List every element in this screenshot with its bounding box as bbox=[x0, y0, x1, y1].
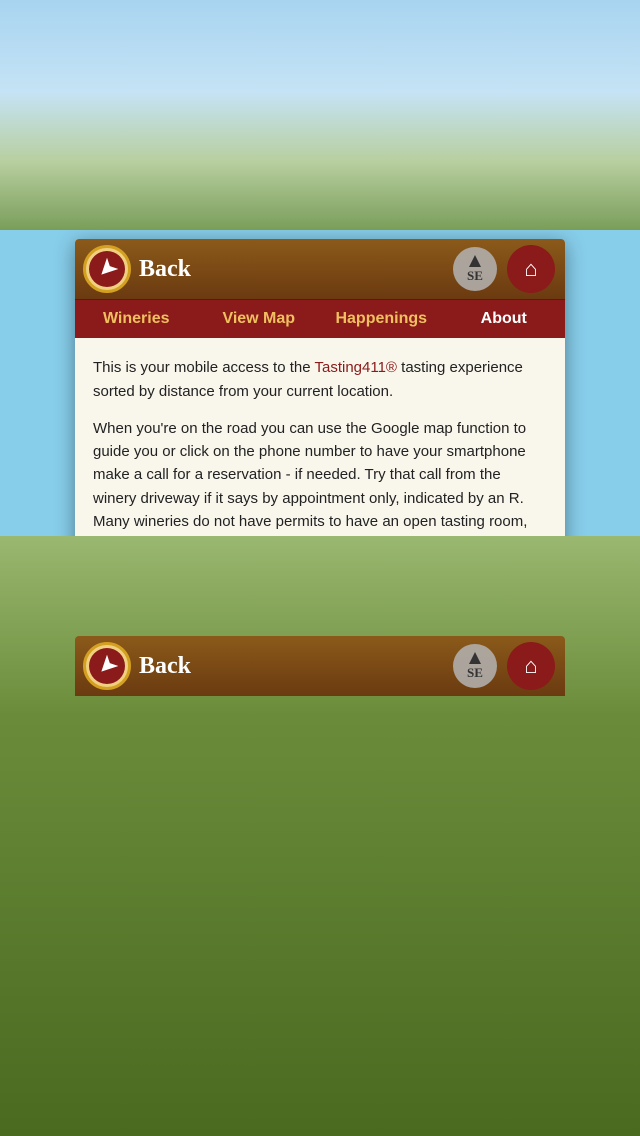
tasting411-brand: Tasting411® bbox=[314, 359, 397, 376]
logo[interactable] bbox=[83, 245, 131, 293]
bottom-compass-button[interactable]: SE bbox=[453, 644, 497, 688]
compass-direction: SE bbox=[467, 268, 483, 284]
home-button[interactable]: ⌂ bbox=[507, 245, 555, 293]
bottom-logo[interactable] bbox=[83, 642, 131, 690]
app-bar: Back SE ⌂ bbox=[75, 239, 565, 299]
home-icon: ⌂ bbox=[524, 256, 537, 282]
tab-wineries[interactable]: Wineries bbox=[75, 300, 198, 338]
bottom-compass-arrow-icon bbox=[469, 652, 481, 664]
tab-about[interactable]: About bbox=[443, 300, 566, 338]
bottom-home-button[interactable]: ⌂ bbox=[507, 642, 555, 690]
paragraph-1: This is your mobile access to the Tastin… bbox=[93, 356, 547, 403]
compass-arrow-icon bbox=[469, 255, 481, 267]
tab-happenings[interactable]: Happenings bbox=[320, 300, 443, 338]
bottom-compass-direction: SE bbox=[467, 665, 483, 681]
para1-prefix: This is your mobile access to the bbox=[93, 359, 314, 376]
tab-view-map[interactable]: View Map bbox=[198, 300, 321, 338]
nav-tabs: Wineries View Map Happenings About bbox=[75, 299, 565, 338]
bottom-back-button[interactable]: Back bbox=[139, 653, 453, 680]
bottom-app-bar: Back SE ⌂ bbox=[75, 636, 565, 696]
compass-button[interactable]: SE bbox=[453, 247, 497, 291]
back-button[interactable]: Back bbox=[139, 256, 453, 283]
bottom-home-icon: ⌂ bbox=[524, 653, 537, 679]
